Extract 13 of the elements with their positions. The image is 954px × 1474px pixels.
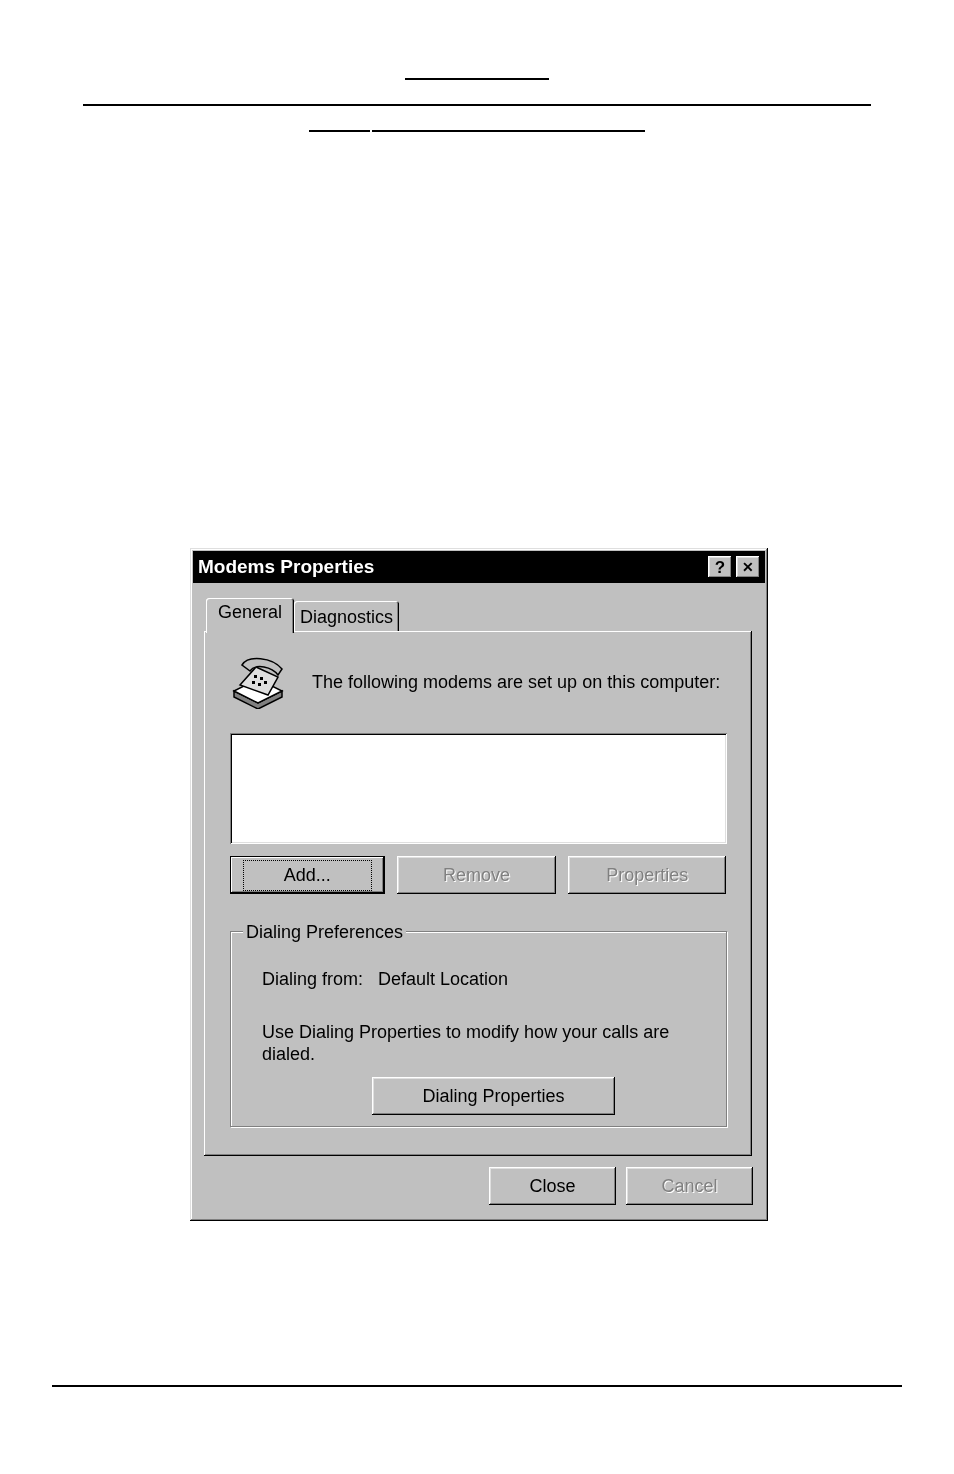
modem-list[interactable] [230,733,727,844]
close-button[interactable]: ✕ [736,556,760,578]
dialing-properties-button[interactable]: Dialing Properties [372,1077,615,1115]
dialing-from-label: Dialing from: [262,968,364,991]
close-button[interactable]: Close [489,1167,616,1205]
dialing-note: Use Dialing Properties to modify how your calls are dialed. [262,1021,671,1065]
tab[interactable]: Diagnostics [294,601,400,631]
dialing-from-value: Default Location [378,968,509,991]
window-title: Modems Properties [198,554,376,579]
tab[interactable]: General [206,598,295,633]
intro-text: The following modems are set up on this computer: [312,670,721,694]
help-button[interactable]: ? [708,556,732,578]
add-button[interactable]: Add... [230,856,385,894]
